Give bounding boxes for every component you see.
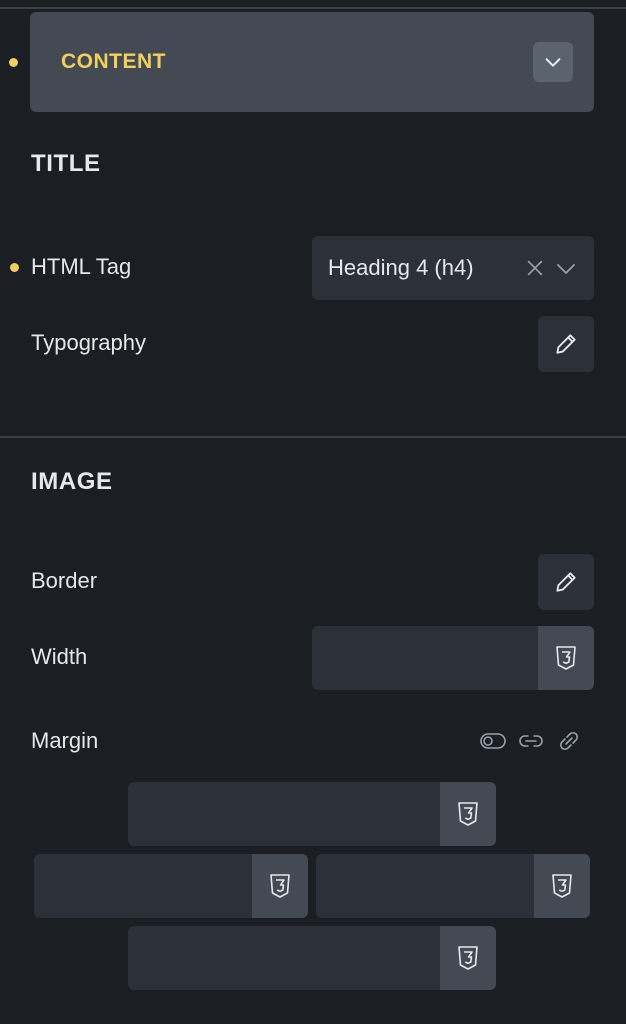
unlink-icon[interactable] [556,730,582,752]
border-label: Border [31,568,98,593]
pencil-icon [556,334,576,354]
margin-left-input[interactable] [34,854,308,918]
section-title-image: IMAGE [31,468,113,495]
top-divider [0,7,626,9]
collapse-button[interactable] [533,42,573,82]
section-title-title: TITLE [31,150,101,177]
chevron-down-icon[interactable] [554,256,578,280]
margin-right-input[interactable] [316,854,590,918]
css3-icon [458,802,478,826]
margin-link-controls [480,730,582,752]
content-panel-label: CONTENT [61,50,166,73]
css-unit-toggle[interactable] [534,854,590,918]
html-tag-value: Heading 4 (h4) [328,255,474,280]
css3-icon [270,874,290,898]
css3-icon [556,646,576,670]
changed-indicator-dot [10,263,19,272]
content-panel-header[interactable]: CONTENT [30,12,594,112]
link-icon[interactable] [518,732,544,750]
chevron-down-icon [545,58,561,67]
width-input[interactable] [312,626,594,690]
margin-label: Margin [31,728,99,753]
clear-icon[interactable] [524,257,546,279]
typography-edit-button[interactable] [538,316,594,372]
css-unit-toggle[interactable] [440,782,496,846]
changed-indicator-dot [9,58,18,67]
html-tag-select[interactable]: Heading 4 (h4) [312,236,594,300]
toggle-icon[interactable] [480,732,506,750]
html-tag-label: HTML Tag [31,254,132,279]
margin-top-input[interactable] [128,782,496,846]
css-unit-toggle[interactable] [538,626,594,690]
margin-bottom-input[interactable] [128,926,496,990]
css-unit-toggle[interactable] [440,926,496,990]
css-unit-toggle[interactable] [252,854,308,918]
typography-label: Typography [31,330,146,355]
width-label: Width [31,644,88,669]
pencil-icon [556,572,576,592]
css3-icon [552,874,572,898]
border-edit-button[interactable] [538,554,594,610]
section-divider [0,436,626,438]
css3-icon [458,946,478,970]
